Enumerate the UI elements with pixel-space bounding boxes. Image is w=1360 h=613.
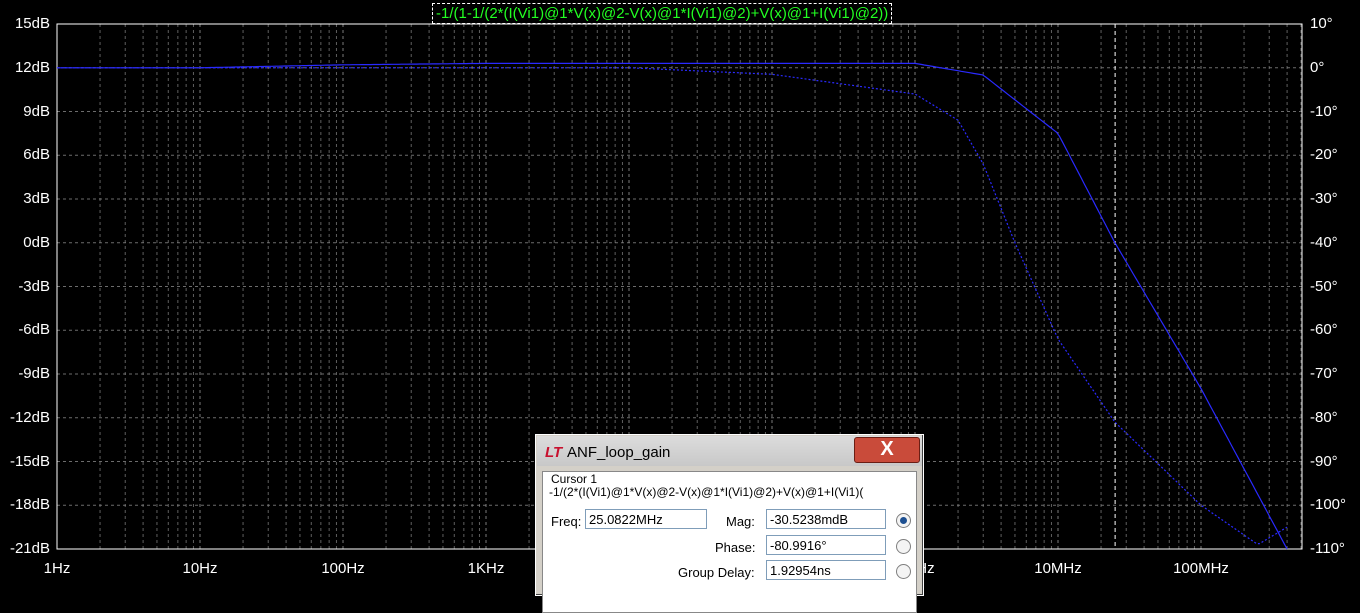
cursor-dialog: LT ANF_loop_gain X Cursor 1 -1/(2*(I(Vi1… xyxy=(535,434,924,613)
cursor-expression: -1/(2*(I(Vi1)@1*V(x)@2-V(x)@1*I(Vi1)@2)+… xyxy=(549,485,864,499)
x-tick-label: 1KHz xyxy=(467,560,505,577)
y-tick-label: -21dB xyxy=(9,540,50,557)
y2-tick-label: -90° xyxy=(1310,452,1338,470)
x-tick-label: 10MHz xyxy=(1034,560,1082,577)
phase-field[interactable]: -80.9916° xyxy=(766,535,886,555)
y-tick-label: 3dB xyxy=(23,190,50,207)
phase-label: Phase: xyxy=(715,540,756,555)
y-tick-label: -18dB xyxy=(9,496,50,514)
y2-tick-label: -40° xyxy=(1310,233,1338,251)
y2-tick-label: -50° xyxy=(1310,277,1338,295)
mag-radio[interactable] xyxy=(896,513,911,528)
ltspice-logo-icon: LT xyxy=(545,444,563,461)
y2-tick-label: 0° xyxy=(1310,58,1325,76)
y-tick-label: -15dB xyxy=(9,452,50,470)
cursor-group-title: Cursor 1 xyxy=(551,472,598,486)
y-tick-label: 6dB xyxy=(23,146,50,164)
x-tick-label: 10Hz xyxy=(182,560,218,577)
y2-tick-label: -110° xyxy=(1310,540,1345,557)
y-tick-label: -9dB xyxy=(18,365,50,382)
y-tick-label: 12dB xyxy=(14,58,50,76)
y2-tick-label: -100° xyxy=(1310,496,1347,514)
close-button[interactable]: X xyxy=(854,437,920,463)
group-delay-field[interactable]: 1.92954ns xyxy=(766,560,886,580)
dialog-title-bar[interactable]: LT ANF_loop_gain X xyxy=(537,436,922,466)
y-tick-label: 0dB xyxy=(23,233,50,251)
y2-tick-label: -20° xyxy=(1310,146,1338,164)
y2-tick-label: -60° xyxy=(1310,321,1338,339)
trace-expression-label[interactable]: -1/(1-1/(2*(I(Vi1)@1*V(x)@2-V(x)@1*I(Vi1… xyxy=(432,3,893,24)
group-delay-label: Group Delay: xyxy=(678,565,755,580)
y2-tick-label: -30° xyxy=(1310,190,1338,207)
x-tick-label: 1Hz xyxy=(43,560,71,577)
freq-field[interactable]: 25.0822MHz xyxy=(585,509,707,529)
freq-label: Freq: xyxy=(551,514,582,529)
group-delay-radio[interactable] xyxy=(896,564,911,579)
y-tick-label: -12dB xyxy=(9,408,50,426)
x-tick-label: 100MHz xyxy=(1173,560,1229,577)
y2-tick-label: 10° xyxy=(1310,15,1333,32)
y-tick-label: 15dB xyxy=(14,15,50,32)
cursor-group: Cursor 1 -1/(2*(I(Vi1)@1*V(x)@2-V(x)@1*I… xyxy=(542,471,917,613)
phase-radio[interactable] xyxy=(896,539,911,554)
y2-tick-label: -10° xyxy=(1310,102,1338,120)
x-tick-label: 100Hz xyxy=(321,560,365,577)
y2-tick-label: -80° xyxy=(1310,408,1338,426)
y-tick-label: -3dB xyxy=(18,277,50,295)
mag-field[interactable]: -30.5238mdB xyxy=(766,509,886,529)
y-tick-label: 9dB xyxy=(23,102,50,120)
y2-tick-label: -70° xyxy=(1310,365,1338,382)
dialog-title: ANF_loop_gain xyxy=(567,444,671,461)
mag-label: Mag: xyxy=(726,514,755,529)
y-tick-label: -6dB xyxy=(18,321,50,339)
